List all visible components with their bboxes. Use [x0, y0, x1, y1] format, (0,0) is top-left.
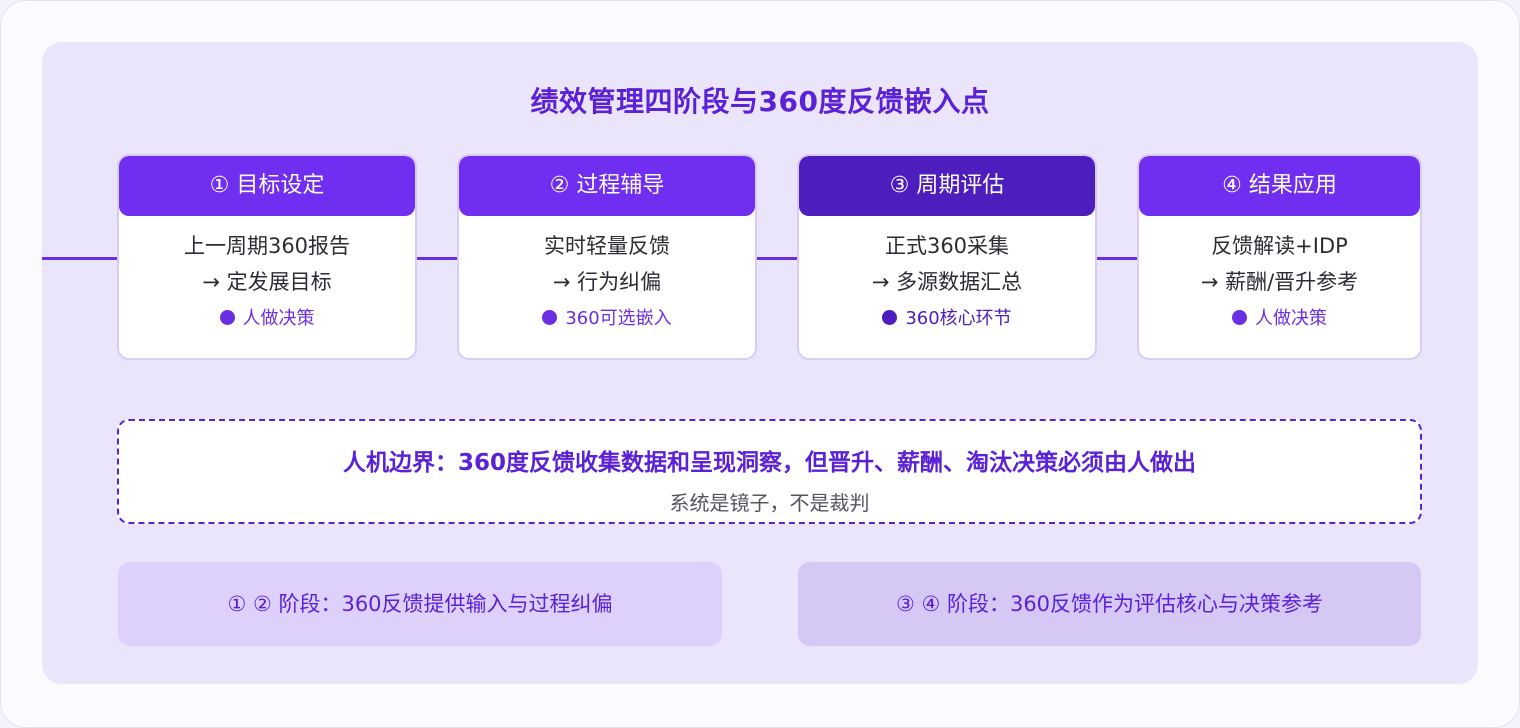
stage-note-text: 360核心环节: [905, 308, 1012, 329]
stage-note: 360核心环节: [799, 304, 1095, 334]
bullet-dot-icon: [1232, 310, 1247, 325]
stage-card-3: ③ 周期评估 正式360采集 → 多源数据汇总 360核心环节: [797, 154, 1097, 360]
stage-card-4: ④ 结果应用 反馈解读+IDP → 薪酬/晋升参考 人做决策: [1137, 154, 1422, 360]
stage-header: ④ 结果应用: [1139, 156, 1420, 216]
stage-line-1: 实时轻量反馈: [544, 234, 670, 258]
boundary-subtitle: 系统是镜子，不是裁判: [669, 491, 870, 515]
stage-line-2: → 行为纠偏: [552, 270, 662, 294]
stage-card-1: ① 目标设定 上一周期360报告 → 定发展目标 人做决策: [117, 154, 417, 360]
stage-note: 人做决策: [1139, 304, 1420, 334]
human-machine-boundary-box: 人机边界：360度反馈收集数据和呈现洞察，但晋升、薪酬、淘汰决策必须由人做出 系…: [117, 419, 1422, 524]
stage-note: 人做决策: [119, 304, 415, 334]
stage-header: ① 目标设定: [119, 156, 415, 216]
stage-line-1: 反馈解读+IDP: [1211, 234, 1348, 258]
stage-header: ② 过程辅导: [459, 156, 755, 216]
boundary-statement: 人机边界：360度反馈收集数据和呈现洞察，但晋升、薪酬、淘汰决策必须由人做出: [342, 450, 1196, 476]
stage-note-text: 360可选嵌入: [565, 308, 672, 329]
diagram-title: 绩效管理四阶段与360度反馈嵌入点: [530, 85, 990, 118]
stage-line-2: → 定发展目标: [202, 270, 332, 294]
phase-summary-left: ① ② 阶段：360反馈提供输入与过程纠偏: [118, 562, 722, 646]
phase-summary-right: ③ ④ 阶段：360反馈作为评估核心与决策参考: [798, 562, 1421, 646]
stage-line-1: 上一周期360报告: [183, 234, 351, 258]
bullet-dot-icon: [882, 310, 898, 325]
stage-line-2: → 多源数据汇总: [871, 270, 1023, 294]
stage-note: 360可选嵌入: [459, 304, 755, 334]
bullet-dot-icon: [542, 310, 558, 325]
stage-card-2: ② 过程辅导 实时轻量反馈 → 行为纠偏 360可选嵌入: [457, 154, 757, 360]
stage-note-text: 人做决策: [242, 308, 315, 329]
stage-header: ③ 周期评估: [799, 156, 1095, 216]
stage-line-1: 正式360采集: [884, 234, 1010, 258]
bullet-dot-icon: [219, 310, 235, 325]
stage-line-2: → 薪酬/晋升参考: [1200, 270, 1359, 294]
stage-note-text: 人做决策: [1255, 308, 1327, 329]
